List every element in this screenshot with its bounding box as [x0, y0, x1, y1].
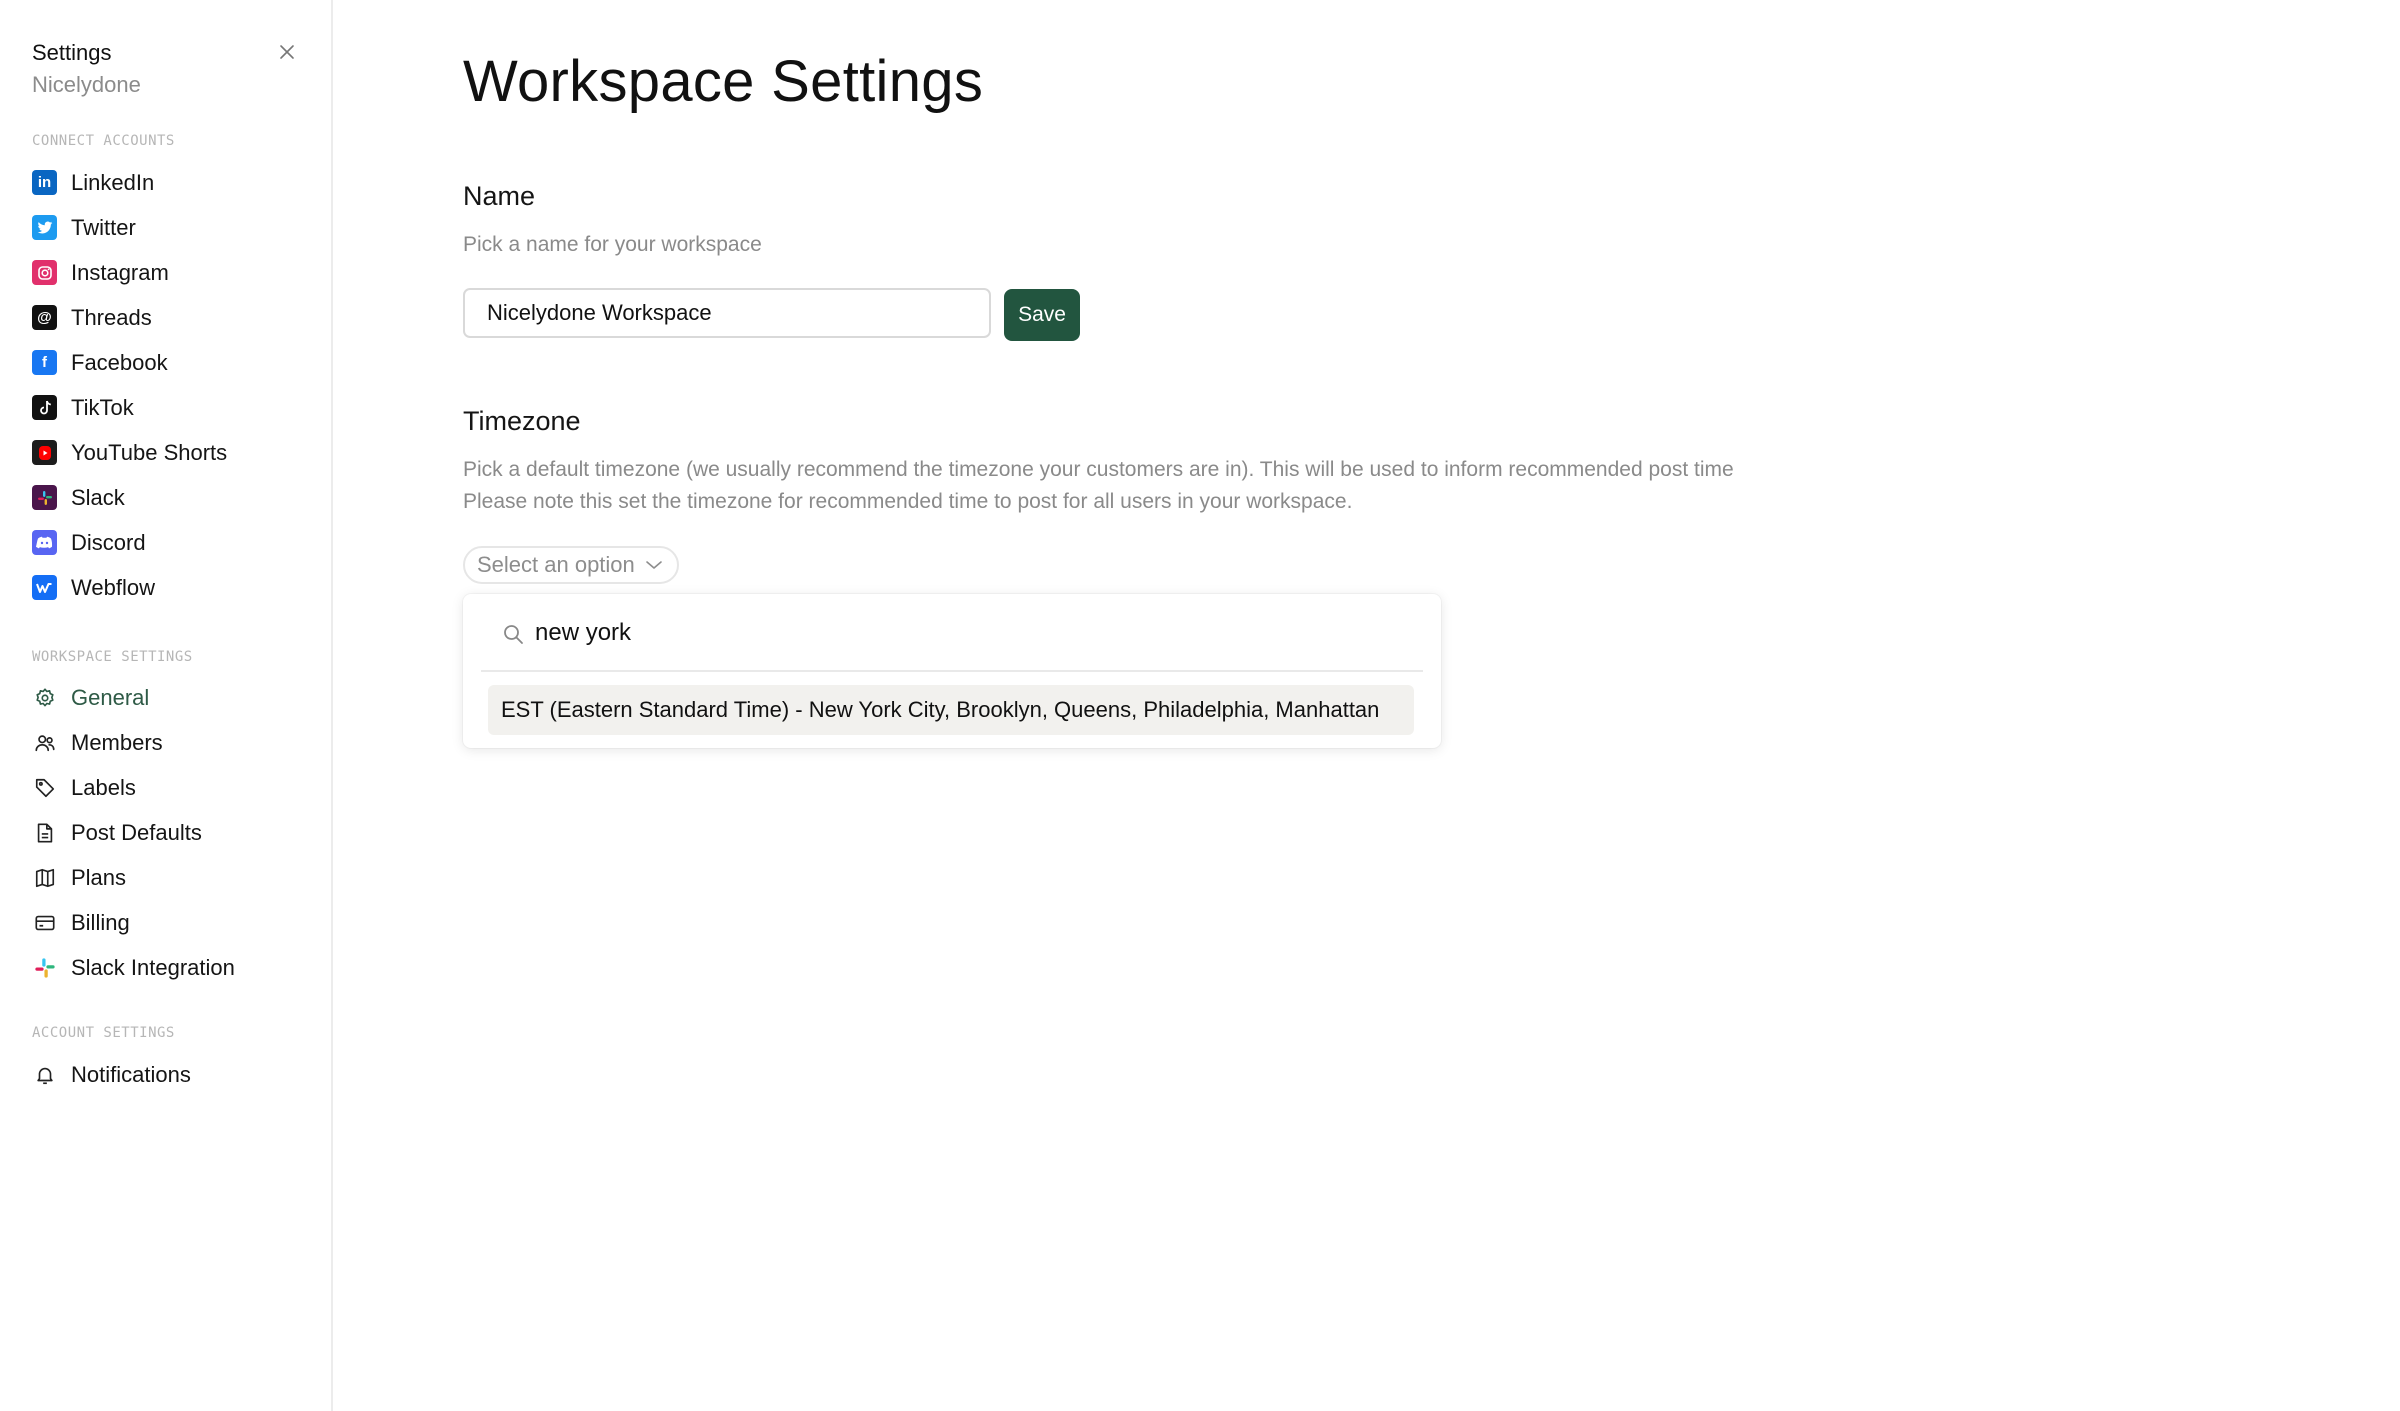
connect-accounts-list: in LinkedIn Twitter Instagram @ Threads … — [32, 160, 315, 610]
workspace-name-input[interactable] — [463, 288, 991, 338]
section-label-connect-accounts: CONNECT ACCOUNTS — [32, 133, 175, 149]
youtube-shorts-icon — [32, 440, 57, 465]
save-button[interactable]: Save — [1004, 289, 1080, 341]
name-description: Pick a name for your workspace — [463, 233, 762, 256]
timezone-search-input[interactable] — [535, 614, 1235, 652]
threads-icon: @ — [32, 305, 57, 330]
bell-icon — [32, 1062, 57, 1087]
sidebar-item-twitter[interactable]: Twitter — [32, 205, 315, 250]
tiktok-icon — [32, 395, 57, 420]
sidebar-item-label: Slack Integration — [71, 954, 235, 980]
sidebar-item-label: Slack — [71, 484, 125, 510]
sidebar-item-post-defaults[interactable]: Post Defaults — [32, 810, 315, 855]
workspace-settings-list: General Members Labels Post Defaults Pla… — [32, 675, 315, 990]
twitter-icon — [32, 215, 57, 240]
sidebar-item-label: TikTok — [71, 394, 134, 420]
sidebar-item-slack-integration[interactable]: Slack Integration — [32, 945, 315, 990]
sidebar-item-webflow[interactable]: Webflow — [32, 565, 315, 610]
sidebar-item-label: Twitter — [71, 214, 136, 240]
sidebar-item-slack[interactable]: Slack — [32, 475, 315, 520]
settings-sidebar: Settings Nicelydone CONNECT ACCOUNTS in … — [0, 0, 333, 1411]
sidebar-header: Settings Nicelydone — [32, 40, 299, 98]
chevron-down-icon — [645, 561, 662, 569]
credit-card-icon — [32, 910, 57, 935]
timezone-dropdown: EST (Eastern Standard Time) - New York C… — [463, 594, 1441, 748]
sidebar-item-billing[interactable]: Billing — [32, 900, 315, 945]
sidebar-item-label: Labels — [71, 774, 136, 800]
section-label-account-settings: ACCOUNT SETTINGS — [32, 1025, 175, 1041]
close-button[interactable] — [275, 40, 299, 64]
gear-icon — [32, 685, 57, 710]
discord-icon — [32, 530, 57, 555]
slack-color-icon — [32, 955, 57, 980]
sidebar-item-tiktok[interactable]: TikTok — [32, 385, 315, 430]
timezone-option[interactable]: EST (Eastern Standard Time) - New York C… — [488, 685, 1414, 735]
sidebar-item-facebook[interactable]: f Facebook — [32, 340, 315, 385]
sidebar-item-label: Billing — [71, 909, 130, 935]
sidebar-item-label: YouTube Shorts — [71, 439, 228, 465]
close-icon — [280, 45, 294, 59]
webflow-icon — [32, 575, 57, 600]
account-settings-list: Notifications — [32, 1052, 315, 1097]
sidebar-item-instagram[interactable]: Instagram — [32, 250, 315, 295]
timezone-select[interactable]: Select an option — [463, 546, 679, 584]
sidebar-item-plans[interactable]: Plans — [32, 855, 315, 900]
slack-icon — [32, 485, 57, 510]
sidebar-item-youtube-shorts[interactable]: YouTube Shorts — [32, 430, 315, 475]
users-icon — [32, 730, 57, 755]
linkedin-icon: in — [32, 170, 57, 195]
sidebar-item-label: Facebook — [71, 349, 168, 375]
map-icon — [32, 865, 57, 890]
workspace-name: Nicelydone — [32, 72, 141, 97]
document-icon — [32, 820, 57, 845]
search-icon — [504, 625, 523, 644]
name-label: Name — [463, 181, 536, 211]
sidebar-item-label: Instagram — [71, 259, 169, 285]
timezone-label: Timezone — [463, 406, 581, 436]
sidebar-title: Settings — [32, 40, 112, 65]
timezone-search-bar — [481, 594, 1423, 672]
sidebar-item-members[interactable]: Members — [32, 720, 315, 765]
sidebar-item-label: Post Defaults — [71, 819, 202, 845]
sidebar-item-notifications[interactable]: Notifications — [32, 1052, 315, 1097]
facebook-icon: f — [32, 350, 57, 375]
timezone-select-placeholder: Select an option — [477, 552, 635, 577]
sidebar-item-labels[interactable]: Labels — [32, 765, 315, 810]
sidebar-item-label: Webflow — [71, 574, 155, 600]
section-label-workspace-settings: WORKSPACE SETTINGS — [32, 649, 193, 665]
instagram-icon — [32, 260, 57, 285]
sidebar-item-label: Threads — [71, 304, 152, 330]
sidebar-item-label: Plans — [71, 864, 127, 890]
sidebar-item-linkedin[interactable]: in LinkedIn — [32, 160, 315, 205]
page-title: Workspace Settings — [463, 49, 984, 114]
timezone-description-line1: Pick a default timezone (we usually reco… — [463, 458, 1734, 481]
sidebar-item-label: Discord — [71, 529, 146, 555]
tag-icon — [32, 775, 57, 800]
sidebar-item-general[interactable]: General — [32, 675, 315, 720]
sidebar-item-label: Members — [71, 729, 163, 755]
sidebar-item-discord[interactable]: Discord — [32, 520, 315, 565]
sidebar-item-label: LinkedIn — [71, 169, 155, 195]
sidebar-item-label: General — [71, 684, 150, 710]
sidebar-item-threads[interactable]: @ Threads — [32, 295, 315, 340]
sidebar-item-label: Notifications — [71, 1061, 191, 1087]
timezone-description-line2: Please note this set the timezone for re… — [463, 490, 1353, 513]
